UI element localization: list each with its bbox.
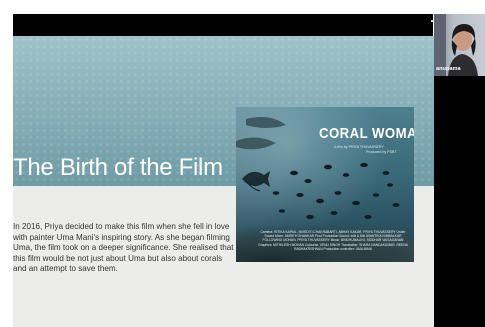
- meeting-top-bar: [13, 14, 433, 36]
- film-poster: CORAL WOMAN A film by PRIYA THUVASSERY P…: [236, 107, 414, 262]
- poster-producer: Produced by PSBT: [366, 150, 397, 154]
- indicator-dot: [431, 20, 433, 22]
- participant-name: anupama: [436, 66, 461, 72]
- poster-title: CORAL WOMAN: [319, 125, 414, 142]
- poster-subtitle: A film by PRIYA THUVASSERY: [334, 145, 384, 149]
- window-top-strip: [0, 0, 485, 14]
- slide-title: The Birth of the Film: [13, 154, 223, 181]
- participant-video-tile[interactable]: anupama: [434, 14, 485, 76]
- slide-body-text: In 2016, Priya decided to make this film…: [13, 222, 234, 274]
- poster-credits: Camera: RITIKA KAPAIL, NIVEDITI CHAKRABA…: [258, 230, 408, 251]
- window-left-edge: [0, 14, 13, 327]
- shared-screen-slide: The Birth of the Film In 2016, Priya dec…: [13, 36, 434, 327]
